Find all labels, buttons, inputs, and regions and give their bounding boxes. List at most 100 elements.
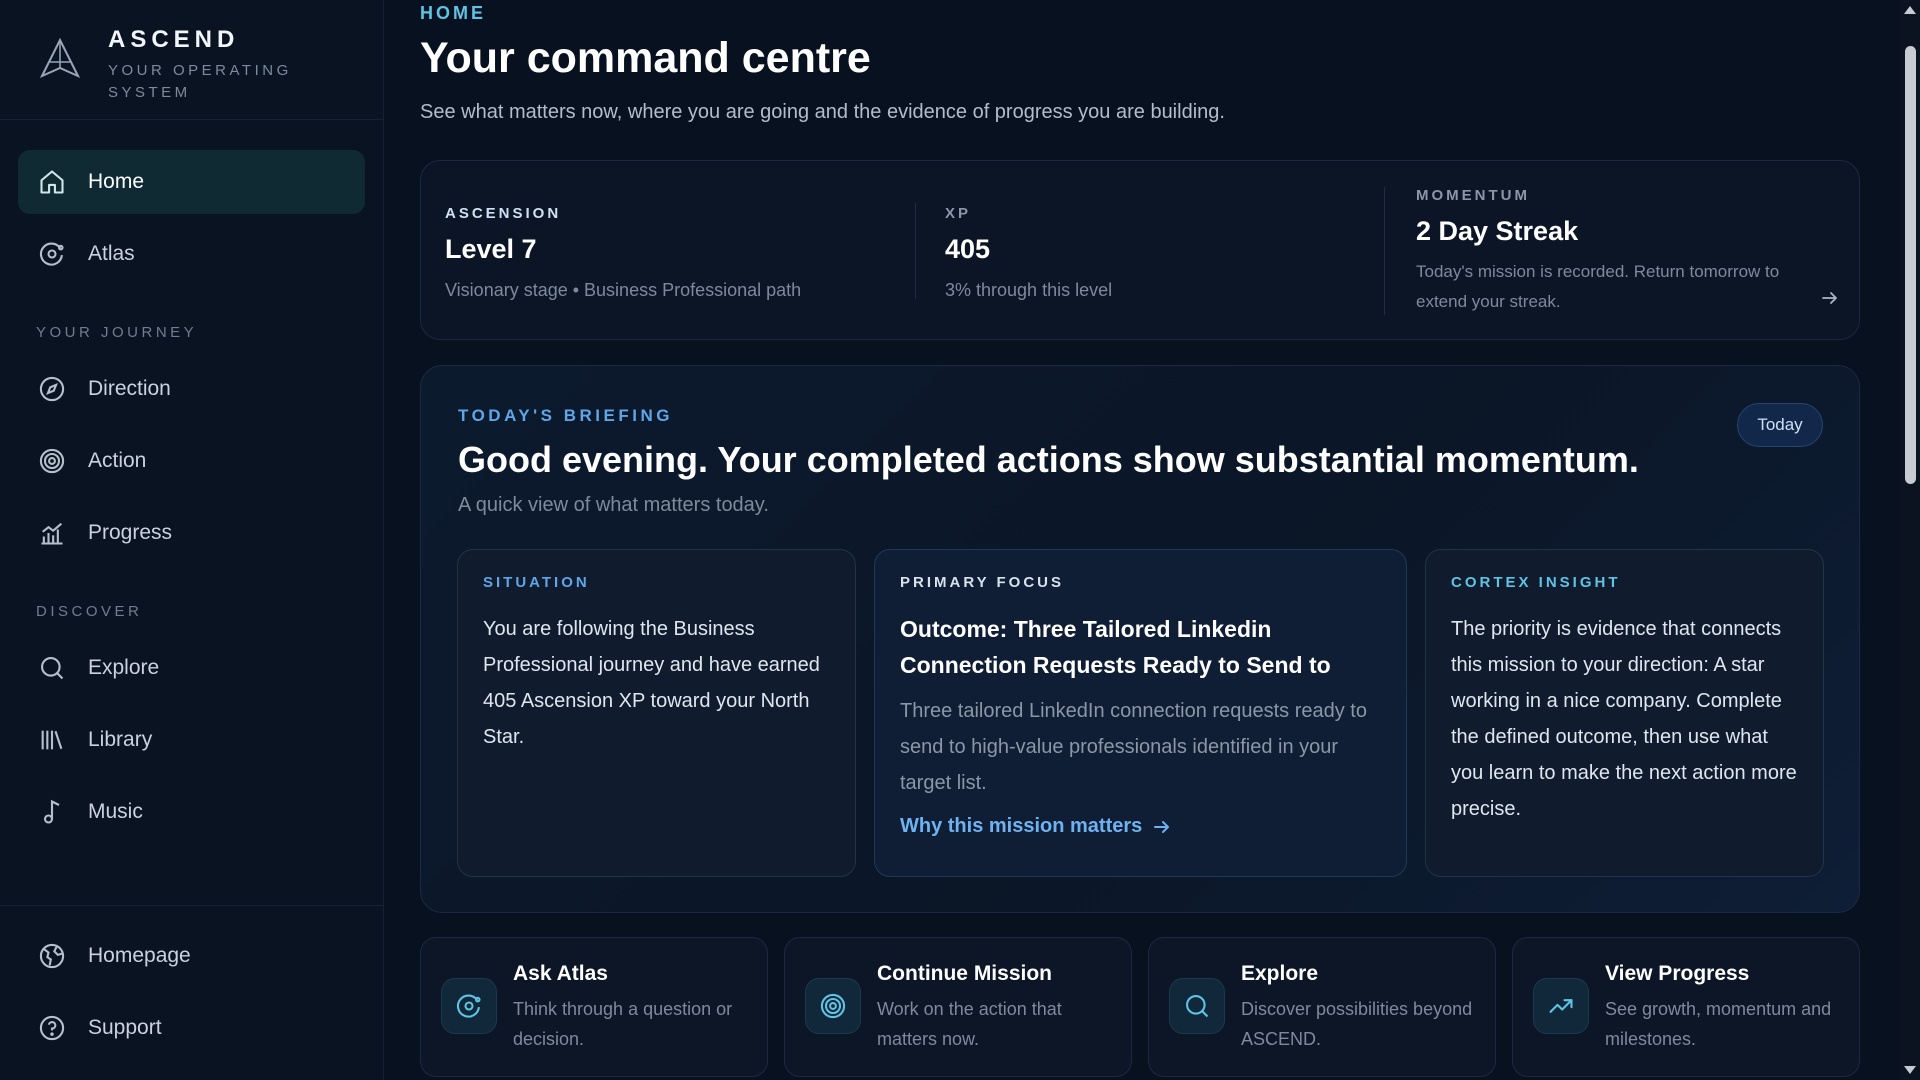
sidebar-item-label: Library — [88, 728, 153, 751]
page-subtitle: See what matters now, where you are goin… — [420, 101, 1225, 123]
sidebar-nav: Home Atlas YOUR JOURNEY Direction Action… — [0, 120, 383, 844]
sidebar-item-library[interactable]: Library — [18, 708, 365, 772]
stat-label: ASCENSION — [445, 205, 562, 222]
action-title: Explore — [1241, 962, 1319, 985]
sidebar-item-atlas[interactable]: Atlas — [18, 222, 365, 286]
stat-sub: Today's mission is recorded. Return tomo… — [1416, 262, 1780, 311]
why-mission-matters-link[interactable]: Why this mission matters — [900, 815, 1381, 838]
link-label: Why this mission matters — [900, 815, 1143, 837]
nav-section-journey: YOUR JOURNEY — [36, 324, 198, 341]
stat-xp: XP 405 3% through this level — [945, 161, 1112, 341]
view-progress-card[interactable]: View Progress See growth, momentum and m… — [1512, 937, 1860, 1077]
sidebar-item-action[interactable]: Action — [18, 429, 365, 493]
page-eyebrow: HOME — [420, 3, 486, 23]
stat-value: Level 7 — [445, 234, 537, 264]
card-label: SITUATION — [483, 574, 590, 591]
sidebar-item-label: Support — [88, 1016, 162, 1039]
trending-up-icon — [1549, 999, 1573, 1013]
search-icon — [1186, 995, 1209, 1018]
sidebar-item-label: Action — [88, 449, 147, 472]
card-label: PRIMARY FOCUS — [900, 574, 1065, 591]
ask-atlas-card[interactable]: Ask Atlas Think through a question or de… — [420, 937, 768, 1077]
page-title: Your command centre — [420, 34, 871, 82]
focus-title: Outcome: Three Tailored Linkedin Connect… — [900, 616, 1331, 678]
scroll-down-arrow-icon[interactable] — [1904, 1066, 1916, 1074]
music-note-icon — [43, 799, 60, 824]
briefing-subtitle: A quick view of what matters today. — [458, 494, 769, 516]
primary-focus-card: PRIMARY FOCUS Outcome: Three Tailored Li… — [874, 549, 1407, 877]
cortex-insight-card: CORTEX INSIGHT The priority is evidence … — [1425, 549, 1824, 877]
stat-momentum: MOMENTUM 2 Day Streak Today's mission is… — [1416, 161, 1806, 341]
stat-sub: Visionary stage • Business Professional … — [445, 280, 802, 300]
stats-panel: ASCENSION Level 7 Visionary stage • Busi… — [420, 160, 1860, 340]
action-title: View Progress — [1605, 962, 1750, 985]
action-description: Discover possibilities beyond ASCEND. — [1241, 999, 1473, 1049]
sidebar-item-label: Atlas — [88, 242, 135, 265]
explore-card[interactable]: Explore Discover possibilities beyond AS… — [1148, 937, 1496, 1077]
action-icon-wrap — [1533, 978, 1589, 1034]
ascend-logo-icon — [39, 37, 81, 79]
library-icon — [41, 730, 63, 750]
orbit-icon — [456, 994, 481, 1018]
sidebar-item-support[interactable]: Support — [18, 996, 365, 1060]
globe-icon — [39, 943, 65, 969]
sidebar-item-explore[interactable]: Explore — [18, 636, 365, 700]
continue-mission-card[interactable]: Continue Mission Work on the action that… — [784, 937, 1132, 1077]
arrow-right-icon — [1154, 820, 1170, 833]
page-scrollbar[interactable] — [1900, 0, 1920, 1080]
chart-icon — [41, 522, 63, 545]
briefing-title: Good evening. Your completed actions sho… — [458, 439, 1639, 480]
action-description: See growth, momentum and milestones. — [1605, 999, 1832, 1049]
target-icon — [820, 993, 846, 1019]
sidebar-footer: Homepage Support — [0, 905, 383, 1080]
briefing-eyebrow: TODAY'S BRIEFING — [458, 406, 673, 425]
action-icon-wrap — [1169, 978, 1225, 1034]
stat-value: 2 Day Streak — [1416, 216, 1579, 246]
action-icon-wrap — [805, 978, 861, 1034]
arrow-right-icon[interactable] — [1820, 288, 1840, 308]
action-description: Work on the action that matters now. — [877, 999, 1062, 1049]
sidebar-item-progress[interactable]: Progress — [18, 501, 365, 565]
stat-label: XP — [945, 205, 972, 222]
action-title: Ask Atlas — [513, 962, 608, 985]
sidebar-item-label: Homepage — [88, 944, 191, 967]
orbit-icon — [39, 242, 64, 266]
quick-actions: Ask Atlas Think through a question or de… — [420, 937, 1860, 1080]
main-content: HOME Your command centre See what matter… — [420, 0, 1860, 1080]
action-description: Think through a question or decision. — [513, 999, 733, 1049]
sidebar-item-music[interactable]: Music — [18, 780, 365, 844]
home-icon — [40, 170, 64, 194]
sidebar-item-homepage[interactable]: Homepage — [18, 924, 365, 988]
stat-divider — [1384, 187, 1385, 315]
sidebar-item-label: Progress — [88, 521, 173, 544]
stat-value: 405 — [945, 234, 991, 264]
action-icon-wrap — [441, 978, 497, 1034]
sidebar: ASCEND YOUR OPERATING SYSTEM Home Atlas … — [0, 0, 384, 1080]
search-icon — [41, 657, 64, 680]
sidebar-item-label: Direction — [88, 377, 171, 400]
brand-tagline: YOUR OPERATING SYSTEM — [108, 62, 292, 101]
action-title: Continue Mission — [877, 962, 1052, 985]
sidebar-item-home[interactable]: Home — [18, 150, 365, 214]
today-button[interactable]: Today — [1737, 403, 1823, 447]
todays-briefing: TODAY'S BRIEFING Good evening. Your comp… — [420, 365, 1860, 913]
target-icon — [39, 448, 65, 474]
nav-section-discover: DISCOVER — [36, 603, 143, 620]
focus-description: Three tailored LinkedIn connection reque… — [900, 700, 1367, 794]
sidebar-item-label: Home — [88, 170, 145, 193]
compass-icon — [39, 376, 65, 402]
card-label: CORTEX INSIGHT — [1451, 574, 1621, 591]
card-text: The priority is evidence that connects t… — [1451, 618, 1797, 820]
sidebar-item-label: Explore — [88, 656, 160, 679]
situation-card: SITUATION You are following the Business… — [457, 549, 856, 877]
scroll-thumb[interactable] — [1905, 46, 1916, 484]
sidebar-item-label: Music — [88, 800, 143, 823]
sidebar-item-direction[interactable]: Direction — [18, 357, 365, 421]
stat-sub: 3% through this level — [945, 280, 1113, 300]
stat-ascension: ASCENSION Level 7 Visionary stage • Busi… — [445, 161, 801, 341]
stat-divider — [915, 203, 916, 299]
card-text: You are following the Business Professio… — [483, 618, 820, 748]
help-icon — [39, 1015, 65, 1041]
scroll-up-arrow-icon[interactable] — [1904, 6, 1916, 14]
brand[interactable]: ASCEND YOUR OPERATING SYSTEM — [0, 0, 383, 120]
